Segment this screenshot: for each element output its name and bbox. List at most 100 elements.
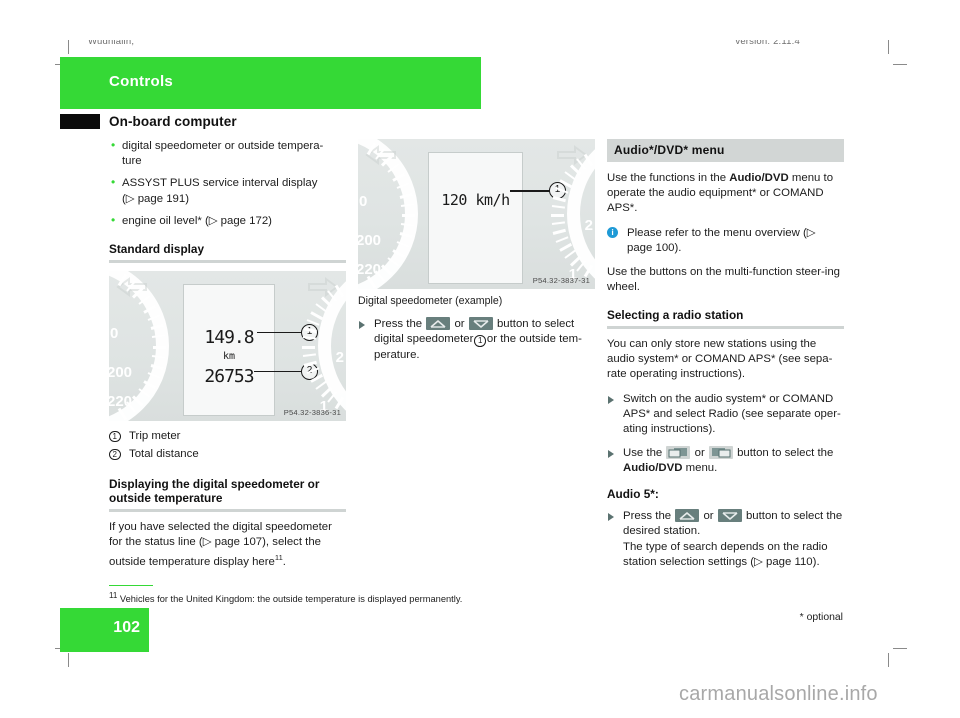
dial-tick	[153, 345, 166, 349]
button-up-icon[interactable]	[675, 509, 700, 523]
running-head: Wudnlalin, version: 2.11.4	[88, 40, 888, 52]
button-up-icon[interactable]	[426, 317, 451, 330]
chapter-title: Controls	[109, 73, 174, 90]
dial-number: 0	[110, 324, 119, 342]
dial-tick	[302, 352, 316, 357]
footnote-ref[interactable]: 11	[275, 553, 283, 562]
page-number-tab: 102	[60, 608, 149, 652]
button-left-icon[interactable]	[666, 445, 691, 459]
legend-row: 1 Trip meter	[109, 429, 346, 444]
lcd-odometer-value: 26753	[204, 365, 254, 387]
paragraph-store-stations: You can only store new stations using th…	[607, 337, 833, 381]
action-step-select-station: Press the or button to select the desire…	[607, 509, 844, 571]
paragraph-bold-term: Audio/DVD	[729, 172, 789, 184]
dial-number: 200	[109, 363, 133, 381]
info-note-text[interactable]: Please refer to the menu overview (▷ pag…	[627, 227, 816, 254]
legend-number: 2	[109, 448, 121, 461]
action-step-select-audio-menu: Use the or button to select the Audio/DV…	[607, 445, 844, 477]
figure-digital-speedometer: 0 200 220 2 1 120 km/h 1 P54.32-3837-31 …	[358, 139, 595, 307]
footnote-rule	[109, 585, 153, 586]
crop-mark-right-top	[893, 64, 907, 65]
heading-rule	[607, 325, 844, 329]
action-step-switch-on-audio: Switch on the audio system* or COMAND AP…	[607, 392, 844, 438]
dial-tick	[564, 249, 576, 259]
paragraph-text: Use the functions in the	[607, 172, 730, 184]
dial-tick	[302, 345, 315, 349]
list-item: engine oil level* (▷ page 172)	[109, 213, 346, 229]
legend-number: 1	[109, 430, 121, 443]
dial-number: 220	[109, 392, 133, 410]
figure-standard-display: 0 200 220 2 1 149.8 km 26753 P54.32-3836…	[109, 270, 346, 421]
button-down-icon[interactable]	[468, 317, 493, 330]
action-text-end: The type of search depends on the radio …	[623, 540, 828, 569]
page-title: On-board computer	[109, 114, 237, 129]
crop-mark-bottom-right	[888, 653, 889, 667]
action-conjunction: or	[454, 318, 465, 330]
dial-tick	[402, 214, 415, 217]
action-conjunction: or	[703, 510, 714, 523]
watermark: carmanualsonline.info	[679, 683, 878, 705]
dial-tick	[551, 204, 565, 209]
manual-page: Wudnlalin, version: 2.11.4 Controls On-b…	[0, 0, 960, 718]
instrument-lcd: 149.8 km 26753	[183, 283, 275, 416]
dial-tick	[551, 214, 564, 217]
crop-mark-top-left	[68, 40, 69, 54]
right-column: Audio*/DVD* menu Use the functions in th…	[607, 139, 844, 579]
feature-bullet-list: digital speedometer or outside tempera- …	[109, 138, 346, 229]
lcd-trip-value: 149.8	[204, 326, 254, 348]
figure-image: 0 200 220 2 1 120 km/h 1 P54.32-3837-31	[358, 139, 595, 289]
action-conjunction: or	[694, 446, 705, 459]
dial-tick	[552, 228, 567, 235]
callout-leader-1	[510, 190, 550, 192]
callout-leader-1	[257, 331, 302, 334]
button-down-icon[interactable]	[717, 509, 742, 523]
section-marker	[60, 114, 100, 129]
paragraph-period: .	[282, 555, 286, 568]
figure-code: P54.32-3837-31	[532, 276, 590, 285]
figure-code: P54.32-3836-31	[283, 407, 341, 417]
action-text-end: menu.	[682, 462, 718, 475]
chapter-banner: Controls	[60, 57, 481, 109]
bullet-text: ASSYST PLUS service interval display	[122, 177, 318, 190]
dial-number: 2	[335, 348, 344, 366]
paragraph-displaying-speedometer: If you have selected the digital speedom…	[109, 520, 346, 570]
lcd-unit: km	[222, 350, 236, 362]
footnote-marker: 11	[109, 591, 118, 600]
left-column: digital speedometer or outside tempera- …	[109, 138, 346, 579]
info-icon: i	[607, 226, 618, 238]
running-head-left: Wudnlalin,	[88, 40, 135, 47]
subheading-displaying-speedometer: Displaying the digital speedometer or ou…	[109, 477, 346, 506]
footnote: 11 Vehicles for the United Kingdom: the …	[109, 589, 609, 606]
instrument-lcd: 120 km/h	[428, 152, 523, 284]
running-head-right: version: 2.11.4	[735, 40, 800, 47]
action-text: Press the	[623, 510, 672, 523]
crop-mark-top-right	[888, 40, 889, 54]
list-item: ASSYST PLUS service interval display (▷ …	[109, 175, 346, 206]
dial-tick	[552, 196, 567, 203]
figure-legend: 1 Trip meter 2 Total distance	[109, 429, 346, 462]
callout-leader-2	[254, 370, 302, 373]
footnote-text: Vehicles for the United Kingdom: the out…	[119, 594, 463, 605]
legend-row: 2 Total distance	[109, 447, 346, 462]
heading-rule	[109, 259, 346, 263]
action-bold-term: Audio/DVD	[623, 462, 683, 475]
legend-label: Trip meter	[129, 429, 181, 442]
figure-image: 0 200 220 2 1 149.8 km 26753 P54.32-3836…	[109, 270, 346, 421]
dial-tick	[315, 380, 327, 390]
paragraph-steering-wheel: Use the buttons on the multi-function st…	[607, 266, 841, 294]
bullet-text-cont[interactable]: (▷ page 191)	[122, 193, 189, 205]
button-right-icon[interactable]	[708, 445, 733, 459]
subheading-line-2: outside temperature	[109, 491, 223, 506]
action-text: Press the	[374, 318, 423, 330]
optional-footnote: * optional	[799, 612, 843, 623]
figure-caption: Digital speedometer (example)	[358, 295, 503, 307]
middle-column: 0 200 220 2 1 120 km/h 1 P54.32-3837-31 …	[358, 139, 595, 371]
lcd-speed-value: 120 km/h	[441, 191, 510, 209]
action-step-select-display: Press the or button to select digital sp…	[358, 317, 595, 363]
subheading-standard-display: Standard display	[109, 242, 205, 257]
dial-number: 200	[358, 232, 382, 249]
bullet-text[interactable]: engine oil level* (▷ page 172)	[122, 215, 272, 227]
bullet-text-cont: ture	[122, 155, 142, 168]
dial-number: 2	[584, 217, 593, 234]
crop-mark-right-bottom	[893, 648, 907, 649]
